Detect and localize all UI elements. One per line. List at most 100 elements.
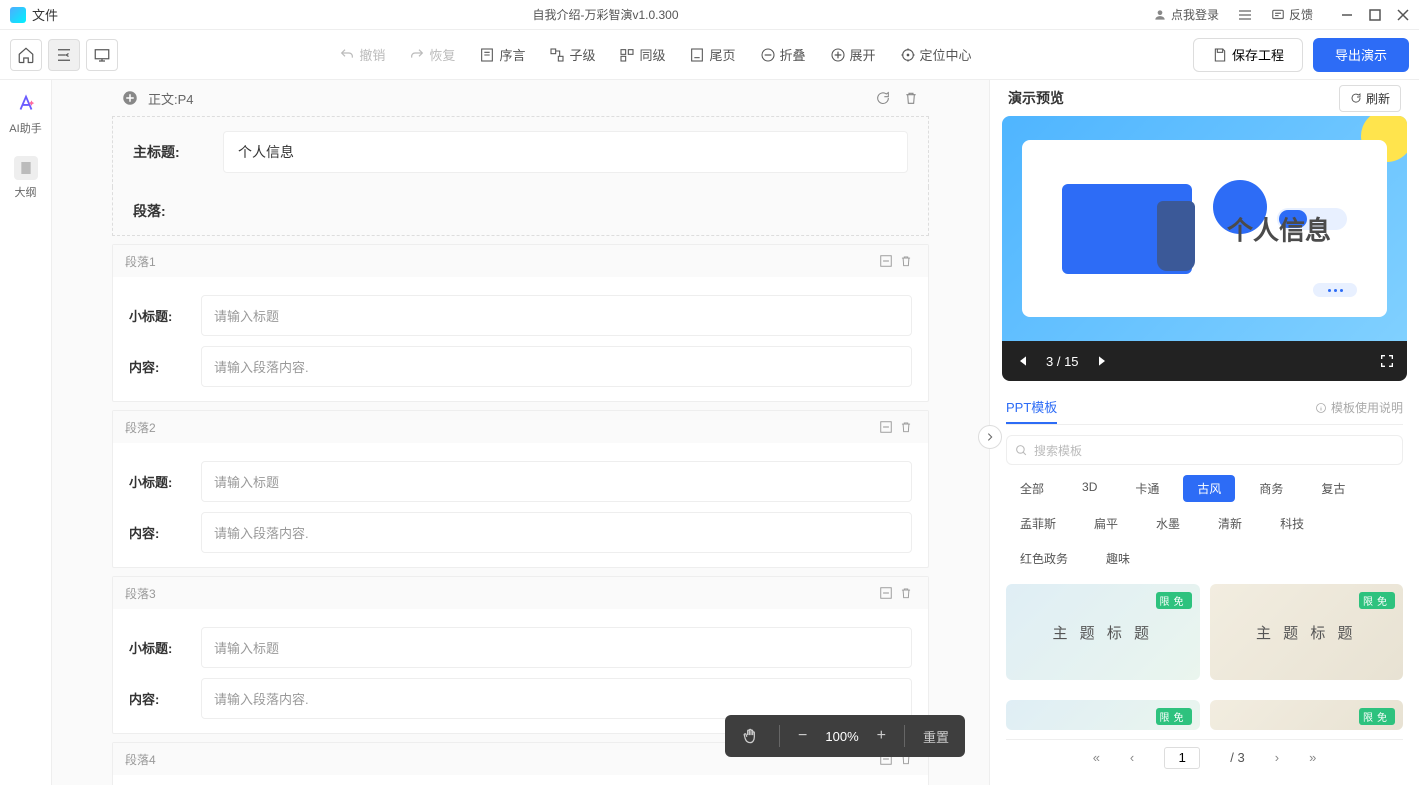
segment-delete-button[interactable] xyxy=(896,417,916,437)
menu-button[interactable] xyxy=(1237,7,1253,23)
title-bar: 文件 自我介绍-万彩智演v1.0.300 点我登录 反馈 xyxy=(0,0,1419,30)
segment-name: 段落4 xyxy=(125,751,156,768)
pager-prev-button[interactable]: ‹ xyxy=(1130,750,1134,765)
pager-input[interactable] xyxy=(1164,747,1200,769)
prev-slide-button[interactable] xyxy=(1014,353,1030,369)
minimize-button[interactable] xyxy=(1341,9,1353,21)
expand-button[interactable]: 展开 xyxy=(830,45,876,64)
sidebar: AI助手 大纲 xyxy=(0,80,52,785)
segment-block: 段落1 小标题:请输入标题 内容:请输入段落内容. xyxy=(112,244,929,402)
tag-memphis[interactable]: 孟菲斯 xyxy=(1006,510,1070,537)
tail-button[interactable]: 尾页 xyxy=(689,45,735,64)
template-search-input[interactable]: 搜索模板 xyxy=(1006,435,1403,465)
tag-classic[interactable]: 古风 xyxy=(1183,475,1235,502)
sidebar-item-outline[interactable]: 大纲 xyxy=(14,156,38,200)
tag-flat[interactable]: 扁平 xyxy=(1080,510,1132,537)
export-button[interactable]: 导出演示 xyxy=(1313,38,1409,72)
main-title-input[interactable]: 个人信息 xyxy=(223,131,908,173)
preview-refresh-button[interactable]: 刷新 xyxy=(1339,85,1401,112)
add-button[interactable] xyxy=(120,88,140,108)
child-button[interactable]: 子级 xyxy=(549,45,595,64)
template-tab[interactable]: PPT模板 xyxy=(1006,391,1057,424)
toolbar: 撤销 恢复 序言 子级 同级 尾页 折叠 展开 定位中心 保存工程 导出演示 xyxy=(0,30,1419,80)
segment-collapse-button[interactable] xyxy=(876,583,896,603)
maximize-icon xyxy=(1369,9,1381,21)
pager-first-button[interactable]: « xyxy=(1093,750,1100,765)
feedback-button[interactable]: 反馈 xyxy=(1271,6,1313,23)
sidebar-item-label: 大纲 xyxy=(15,184,37,200)
subtitle-label: 小标题: xyxy=(129,638,185,657)
zoom-out-button[interactable]: − xyxy=(798,727,807,745)
subtitle-input[interactable]: 请输入标题 xyxy=(201,461,912,502)
redo-button[interactable]: 恢复 xyxy=(409,45,455,64)
tag-ink[interactable]: 水墨 xyxy=(1142,510,1194,537)
app-logo-icon xyxy=(10,7,26,23)
content-input[interactable]: 请输入段落内容. xyxy=(201,346,912,387)
delete-content-button[interactable] xyxy=(901,88,921,108)
slide-view-button[interactable] xyxy=(86,39,118,71)
template-pager: « ‹ / 3 › » xyxy=(1006,739,1403,775)
zoom-value: 100% xyxy=(825,729,858,744)
preface-button[interactable]: 序言 xyxy=(479,45,525,64)
file-menu[interactable]: 文件 xyxy=(32,5,58,24)
tag-business[interactable]: 商务 xyxy=(1245,475,1297,502)
home-button[interactable] xyxy=(10,39,42,71)
segment-delete-button[interactable] xyxy=(896,251,916,271)
window-title: 自我介绍-万彩智演v1.0.300 xyxy=(58,6,1153,23)
locate-button[interactable]: 定位中心 xyxy=(900,45,972,64)
hamburger-icon xyxy=(1237,7,1253,23)
pager-next-button[interactable]: › xyxy=(1275,750,1279,765)
tag-cartoon[interactable]: 卡通 xyxy=(1121,475,1173,502)
template-card[interactable]: 限免 xyxy=(1210,700,1404,730)
fullscreen-button[interactable] xyxy=(1379,353,1395,369)
tag-gov[interactable]: 红色政务 xyxy=(1006,545,1082,572)
collapse-button[interactable]: 折叠 xyxy=(760,45,806,64)
save-button[interactable]: 保存工程 xyxy=(1193,38,1303,72)
login-button[interactable]: 点我登录 xyxy=(1153,6,1219,23)
template-help-link[interactable]: 模板使用说明 xyxy=(1315,399,1403,416)
pager-last-button[interactable]: » xyxy=(1309,750,1316,765)
next-slide-button[interactable] xyxy=(1095,353,1111,369)
template-card[interactable]: 主 题 标 题限免 xyxy=(1210,584,1404,680)
content-input[interactable]: 请输入段落内容. xyxy=(201,678,912,719)
sidebar-item-ai[interactable]: AI助手 xyxy=(9,92,41,136)
refresh-content-button[interactable] xyxy=(873,88,893,108)
minimize-icon xyxy=(1341,9,1353,21)
segment-collapse-button[interactable] xyxy=(876,417,896,437)
close-button[interactable] xyxy=(1397,9,1409,21)
subtitle-input[interactable]: 请输入标题 xyxy=(201,295,912,336)
template-card[interactable]: 主 题 标 题限免 xyxy=(1006,584,1200,680)
tag-all[interactable]: 全部 xyxy=(1006,475,1058,502)
tag-tech[interactable]: 科技 xyxy=(1266,510,1318,537)
segment-delete-button[interactable] xyxy=(896,583,916,603)
pan-button[interactable] xyxy=(741,726,761,746)
zoom-reset-button[interactable]: 重置 xyxy=(923,727,949,746)
content-label: 内容: xyxy=(129,523,185,542)
panel-collapse-button[interactable] xyxy=(978,425,1002,449)
tag-3d[interactable]: 3D xyxy=(1068,475,1111,502)
trash-icon xyxy=(899,420,913,434)
free-badge: 限免 xyxy=(1359,708,1395,725)
undo-button[interactable]: 撤销 xyxy=(339,45,385,64)
maximize-button[interactable] xyxy=(1369,9,1381,21)
trash-icon xyxy=(899,586,913,600)
outline-doc-icon xyxy=(14,156,38,180)
tag-fun[interactable]: 趣味 xyxy=(1092,545,1144,572)
tag-fresh[interactable]: 清新 xyxy=(1204,510,1256,537)
right-panel: 演示预览 刷新 个人信息 3 / 15 xyxy=(989,80,1419,785)
subtitle-input[interactable]: 请输入标题 xyxy=(201,627,912,668)
sibling-button[interactable]: 同级 xyxy=(619,45,665,64)
segment-collapse-button[interactable] xyxy=(876,251,896,271)
outline-view-button[interactable] xyxy=(48,39,80,71)
info-icon xyxy=(1315,402,1327,414)
chevron-right-icon xyxy=(985,432,995,442)
preview-card: 个人信息 xyxy=(1022,140,1387,317)
template-card[interactable]: 限免 xyxy=(1006,700,1200,730)
segment-name: 段落1 xyxy=(125,253,156,270)
preview-slide[interactable]: 个人信息 xyxy=(1002,116,1407,341)
content-input[interactable]: 请输入段落内容. xyxy=(201,512,912,553)
tag-retro[interactable]: 复古 xyxy=(1307,475,1359,502)
zoom-bar: − 100% + 重置 xyxy=(725,715,965,757)
zoom-in-button[interactable]: + xyxy=(877,727,886,745)
plus-circle-icon xyxy=(121,89,139,107)
